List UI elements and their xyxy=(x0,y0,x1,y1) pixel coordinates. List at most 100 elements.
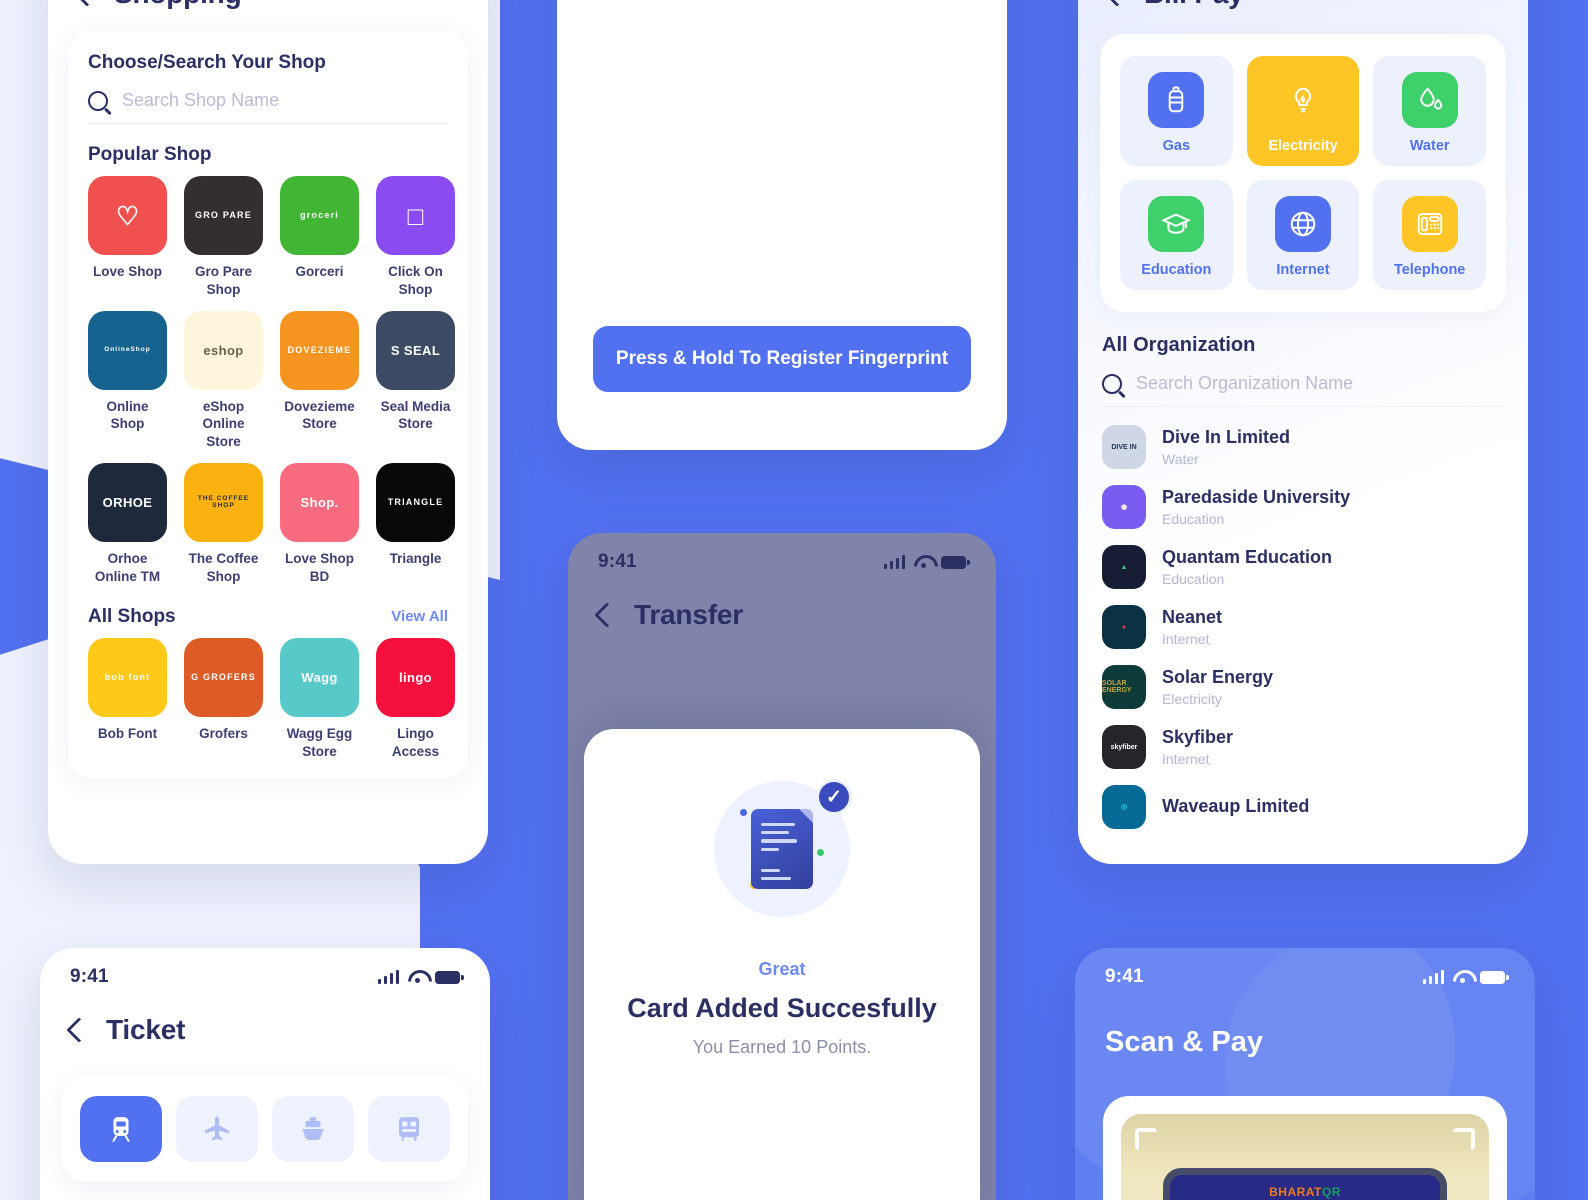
shop-tile[interactable]: groceri Gorceri xyxy=(280,176,359,299)
organization-row[interactable]: ◎ Waveaup Limited xyxy=(1102,785,1504,829)
bill-category-education[interactable]: Education xyxy=(1120,180,1233,290)
bill-category-label: Electricity xyxy=(1268,138,1338,154)
choose-shop-heading: Choose/Search Your Shop xyxy=(88,52,326,73)
organization-row[interactable]: SOLAR ENERGY Solar Energy Electricity xyxy=(1102,665,1504,709)
status-bar: 9:41 xyxy=(568,533,996,577)
shop-tile[interactable]: OnlineShop Online Shop xyxy=(88,310,167,451)
organization-category: Internet xyxy=(1162,630,1210,647)
organization-row[interactable]: DIVE IN Dive In Limited Water xyxy=(1102,425,1504,469)
ticket-mode-train[interactable] xyxy=(80,1096,162,1162)
billpay-navbar: Bill Pay xyxy=(1078,0,1528,10)
shop-logo-icon: OnlineShop xyxy=(88,310,167,390)
organization-category: Education xyxy=(1162,510,1225,527)
shop-name: Lingo Access xyxy=(391,725,440,759)
shopping-navbar: Shopping xyxy=(48,0,488,10)
panel-shopping: Shopping Choose/Search Your Shop Popular… xyxy=(48,0,488,864)
bill-category-internet[interactable]: Internet xyxy=(1246,180,1360,290)
all-organization-label: All Organization xyxy=(1102,334,1256,356)
shop-tile[interactable]: G GROFERS Grofers xyxy=(184,637,263,761)
shop-logo-icon: TRIANGLE xyxy=(376,463,455,543)
search-icon xyxy=(1102,373,1122,394)
organization-category: Water xyxy=(1162,450,1199,467)
ticket-mode-plane[interactable] xyxy=(176,1096,258,1162)
organization-section: All Organization DIVE IN Dive In Limited W… xyxy=(1078,312,1528,829)
panel-fingerprint: Press & Hold To Register Fingerprint xyxy=(557,0,1007,450)
document-check-icon: ✓ xyxy=(714,779,852,917)
qr-brand-1: BHARAT xyxy=(1269,1185,1322,1199)
shop-tile[interactable]: TRIANGLE Triangle xyxy=(376,463,455,586)
shop-name: The Coffee Shop xyxy=(188,551,259,584)
shop-tile[interactable]: DOVEZIEME Dovezieme Store xyxy=(280,310,359,451)
shop-tile[interactable]: Shop. Love Shop BD xyxy=(280,463,359,586)
cellular-signal-icon xyxy=(377,970,399,984)
shop-tile[interactable]: GRO PARE Gro Pare Shop xyxy=(184,176,263,299)
organization-category: Electricity xyxy=(1162,690,1222,707)
wifi-icon xyxy=(408,970,426,984)
bill-category-electricity[interactable]: Electricity xyxy=(1246,56,1360,166)
chevron-left-icon[interactable] xyxy=(66,1017,92,1043)
chevron-left-icon[interactable] xyxy=(1104,0,1130,7)
shop-tile[interactable]: □ Click On Shop xyxy=(376,176,455,299)
shop-tile[interactable]: THE COFFEE SHOP The Coffee Shop xyxy=(184,463,263,586)
panel-scanpay: 9:41 Scan & Pay BHARATQR xyxy=(1075,948,1535,1200)
view-all-link[interactable]: View All xyxy=(391,608,448,625)
shop-tile[interactable]: Wagg Wagg Egg Store xyxy=(280,637,359,761)
bill-category-card: Gas Electricity Water Education Internet Tele… xyxy=(1100,34,1506,312)
panel-ticket: 9:41 Ticket xyxy=(40,948,490,1200)
plane-icon xyxy=(202,1114,232,1144)
organization-avatar: skyfiber xyxy=(1102,725,1146,769)
bus-icon xyxy=(394,1114,424,1144)
ticket-mode-bus[interactable] xyxy=(368,1096,450,1162)
ship-icon xyxy=(298,1114,328,1144)
shop-name: Online Shop xyxy=(106,398,149,432)
organization-avatar: SOLAR ENERGY xyxy=(1102,665,1146,709)
ticket-mode-ship[interactable] xyxy=(272,1096,354,1162)
organization-row[interactable]: skyfiber Skyfiber Internet xyxy=(1102,725,1504,769)
bill-category-label: Internet xyxy=(1276,262,1330,278)
page-title: Scan & Pay xyxy=(1105,1026,1263,1058)
organization-row[interactable]: ▲ Quantam Education Education xyxy=(1102,545,1504,589)
organization-search-input[interactable] xyxy=(1136,373,1504,394)
bill-category-label: Water xyxy=(1409,138,1450,154)
shop-tile[interactable]: S SEAL Seal Media Store xyxy=(376,310,455,451)
page-title: Bill Pay xyxy=(1144,0,1244,10)
shop-logo-icon: ORHOE xyxy=(88,463,167,543)
search-input[interactable] xyxy=(122,90,448,111)
viewfinder-corner-tr-icon xyxy=(1453,1128,1475,1150)
success-eyebrow: Great xyxy=(758,959,806,979)
search-icon xyxy=(88,90,108,111)
ticket-mode-grid xyxy=(80,1096,450,1162)
organization-row[interactable]: ◉ Paredaside University Education xyxy=(1102,485,1504,529)
shop-logo-icon: bob font xyxy=(88,637,167,717)
shop-tile[interactable]: ♡ Love Shop xyxy=(88,176,167,299)
cellular-signal-icon xyxy=(883,555,905,569)
shop-name: Love Shop xyxy=(92,264,162,279)
bill-category-water[interactable]: Water xyxy=(1373,56,1486,166)
shop-logo-icon: □ xyxy=(376,176,455,255)
page-title: Ticket xyxy=(106,1014,186,1045)
page-title: Shopping xyxy=(114,0,242,10)
chevron-left-icon[interactable] xyxy=(74,0,100,7)
shop-logo-icon: THE COFFEE SHOP xyxy=(184,463,263,543)
qr-viewfinder[interactable]: BHARATQR xyxy=(1121,1114,1489,1200)
organization-row[interactable]: ● Neanet Internet xyxy=(1102,605,1504,649)
all-shops-grid: bob font Bob Font G GROFERS Grofers Wagg Wagg… xyxy=(88,637,455,761)
shop-logo-icon: Wagg xyxy=(280,637,359,717)
register-fingerprint-button[interactable]: Press & Hold To Register Fingerprint xyxy=(593,326,971,392)
scanner-card: BHARATQR xyxy=(1103,1096,1507,1200)
shop-name: Dovezieme Store xyxy=(284,398,355,432)
shop-logo-icon: Shop. xyxy=(280,463,359,543)
chevron-left-icon[interactable] xyxy=(594,602,620,628)
shop-tile[interactable]: ORHOE Orhoe Online TM xyxy=(88,463,167,586)
shop-tile[interactable]: eshop eShop Online Store xyxy=(184,310,263,451)
train-icon xyxy=(106,1114,136,1144)
shop-search-row[interactable] xyxy=(88,74,448,124)
bill-category-telephone[interactable]: Telephone xyxy=(1373,180,1486,290)
bill-category-gas[interactable]: Gas xyxy=(1120,56,1233,166)
ticket-navbar: Ticket xyxy=(40,992,490,1046)
organization-search-row[interactable] xyxy=(1102,357,1504,407)
shop-tile[interactable]: bob font Bob Font xyxy=(88,637,167,761)
shop-tile[interactable]: lingo Lingo Access xyxy=(376,637,455,761)
status-bar: 9:41 xyxy=(40,948,490,992)
bill-category-grid: Gas Electricity Water Education Internet Tele… xyxy=(1120,56,1486,290)
